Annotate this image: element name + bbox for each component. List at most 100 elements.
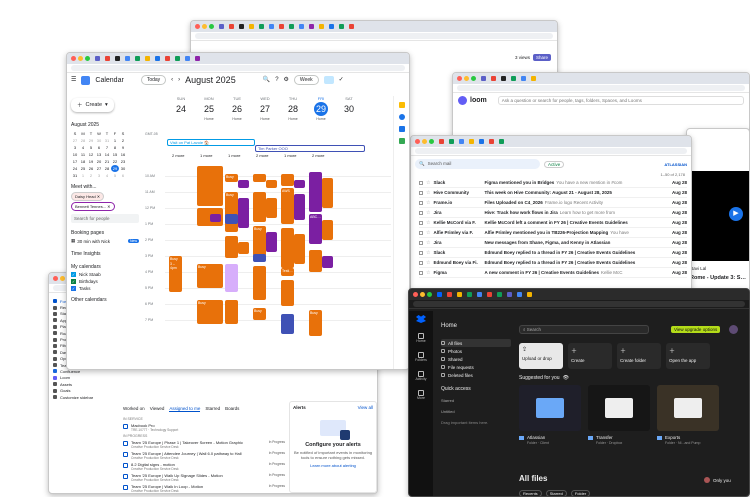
calendar-event[interactable] — [253, 254, 266, 262]
calendar-event[interactable] — [266, 198, 277, 218]
calendar-event[interactable]: Busy — [225, 192, 238, 232]
day-header[interactable]: MON 25 Home — [195, 96, 223, 121]
tab-favicon[interactable] — [309, 24, 314, 29]
tab-favicon[interactable] — [521, 76, 526, 81]
email-row[interactable]: ☆ Kellie McCord via F. Kellie McCord left … — [419, 218, 687, 228]
tab-favicon[interactable] — [349, 24, 354, 29]
starred-item[interactable]: Starred — [441, 398, 511, 403]
mini-day[interactable]: 27 — [95, 165, 103, 172]
email-row[interactable]: ☆ Frame.io Files Uploaded on C4_2026 Frame.… — [419, 198, 687, 208]
more-events-link[interactable]: 1 more — [284, 153, 296, 158]
dropbox-logo-icon[interactable] — [416, 315, 426, 323]
calendar-event[interactable] — [322, 220, 333, 240]
calendar-event[interactable] — [225, 300, 238, 324]
minimize-window-dot[interactable] — [464, 76, 469, 81]
mini-day[interactable]: 23 — [119, 158, 127, 165]
tab-favicon[interactable] — [481, 76, 486, 81]
tab-favicon[interactable] — [477, 292, 482, 297]
close-window-dot[interactable] — [53, 276, 58, 281]
mini-day[interactable]: 28 — [103, 165, 111, 172]
action-tile[interactable]: ＋ Create — [568, 343, 612, 369]
avatar[interactable] — [729, 325, 738, 334]
mini-day[interactable]: 18 — [79, 158, 87, 165]
minimize-window-dot[interactable] — [78, 56, 83, 61]
calendar-event[interactable] — [238, 180, 249, 188]
day-header[interactable]: FRI 29 Home — [307, 96, 335, 121]
tab-favicon[interactable] — [437, 292, 442, 297]
loom-search-input[interactable]: Ask a question or search for people, tag… — [497, 96, 744, 105]
star-icon[interactable]: ☆ — [426, 230, 430, 236]
mini-day[interactable]: 4 — [103, 172, 111, 179]
more-events-link[interactable]: 2 more — [312, 153, 324, 158]
maximize-window-dot[interactable] — [471, 76, 476, 81]
mini-day[interactable]: 10 — [71, 151, 79, 158]
other-calendars-heading[interactable]: Other calendars — [71, 297, 139, 303]
nav-item[interactable]: All files — [441, 339, 511, 347]
video-player[interactable]: ▶ — [687, 171, 749, 261]
day-header[interactable]: SUN 24 — [167, 96, 195, 117]
work-item[interactable]: Team '25 Europe | Walk In Loop - Motion C… — [123, 484, 285, 493]
email-row[interactable]: ☆ Alfie Primley via F. Alfie Primley menti… — [419, 228, 687, 238]
tab-favicon[interactable] — [95, 56, 100, 61]
tab-favicon[interactable] — [497, 292, 502, 297]
tab-favicon[interactable] — [319, 24, 324, 29]
mini-day[interactable]: 30 — [119, 165, 127, 172]
nav-item[interactable]: Photos — [441, 347, 511, 355]
mini-day[interactable]: 20 — [95, 158, 103, 165]
tab-favicon[interactable] — [457, 292, 462, 297]
checkbox-icon[interactable]: ✓ — [71, 272, 76, 277]
star-icon[interactable]: ☆ — [426, 180, 430, 186]
mini-day[interactable]: 1 — [111, 137, 119, 144]
help-icon[interactable]: ? — [275, 77, 278, 83]
rail-item[interactable]: Folders — [409, 352, 433, 362]
tab-favicon[interactable] — [175, 56, 180, 61]
share-button[interactable]: Share — [532, 54, 551, 61]
keep-icon[interactable] — [398, 102, 405, 108]
tab-assigned[interactable]: Assigned to me — [169, 406, 201, 412]
tab-favicon[interactable] — [229, 24, 234, 29]
tab-boards[interactable]: Boards — [225, 406, 239, 412]
settings-icon[interactable]: ⚙ — [284, 77, 289, 83]
mini-day[interactable]: 8 — [111, 144, 119, 151]
search-icon[interactable]: 🔍 — [263, 77, 270, 83]
menu-icon[interactable]: ☰ — [71, 77, 76, 83]
email-row[interactable]: ☆ Figma A new comment in FY 26 | Creative … — [419, 268, 687, 278]
next-week-icon[interactable]: › — [178, 77, 180, 83]
jira-nav-item[interactable]: Customize sidebar — [53, 394, 115, 400]
untitled-item[interactable]: Untitled — [441, 409, 511, 414]
calendar-event[interactable]: Busy — [197, 264, 223, 288]
email-row[interactable]: ☆ Jira New messages from Shane, Figma, and… — [419, 238, 687, 248]
checkbox-icon[interactable] — [419, 230, 423, 235]
tab-favicon[interactable] — [459, 139, 464, 144]
work-item[interactable]: Macbook Pro TRE-10777 · Technology Suppor… — [123, 423, 285, 432]
mini-day[interactable]: 2 — [119, 137, 127, 144]
close-window-dot[interactable] — [71, 56, 76, 61]
url-field[interactable] — [413, 301, 745, 307]
action-tile[interactable]: ＋ Open the app — [666, 343, 710, 369]
action-tile[interactable]: ＋ Create folder — [617, 343, 661, 369]
mini-day[interactable]: 31 — [103, 137, 111, 144]
mini-day[interactable]: 26 — [87, 165, 95, 172]
mini-day[interactable]: 25 — [79, 165, 87, 172]
mini-day[interactable]: 7 — [103, 144, 111, 151]
tab-favicon[interactable] — [239, 24, 244, 29]
minimize-window-dot[interactable] — [202, 24, 207, 29]
email-row[interactable]: ☆ Hive Community This week on Hive Communi… — [419, 188, 687, 198]
calendar-event[interactable] — [238, 242, 249, 254]
all-day-event[interactable]: Visit on Pat Lavoie 🏠 — [167, 139, 255, 146]
mini-day[interactable]: 19 — [87, 158, 95, 165]
calendar-item[interactable]: ✓ Nick Staab — [71, 272, 139, 277]
calendar-event[interactable] — [253, 192, 266, 222]
checkbox-icon[interactable] — [419, 200, 423, 205]
calendar-event[interactable] — [294, 194, 305, 220]
calendar-event[interactable] — [253, 174, 266, 182]
tab-favicon[interactable] — [125, 56, 130, 61]
search-people-input[interactable]: Search for people — [71, 214, 139, 223]
tab-favicon[interactable] — [501, 76, 506, 81]
maps-icon[interactable] — [398, 138, 405, 144]
tab-favicon[interactable] — [115, 56, 120, 61]
day-header[interactable]: WED 27 Home — [251, 96, 279, 121]
calendar-event[interactable]: Busy — [309, 310, 322, 336]
mini-day[interactable]: 24 — [71, 165, 79, 172]
mini-day[interactable]: 11 — [79, 151, 87, 158]
